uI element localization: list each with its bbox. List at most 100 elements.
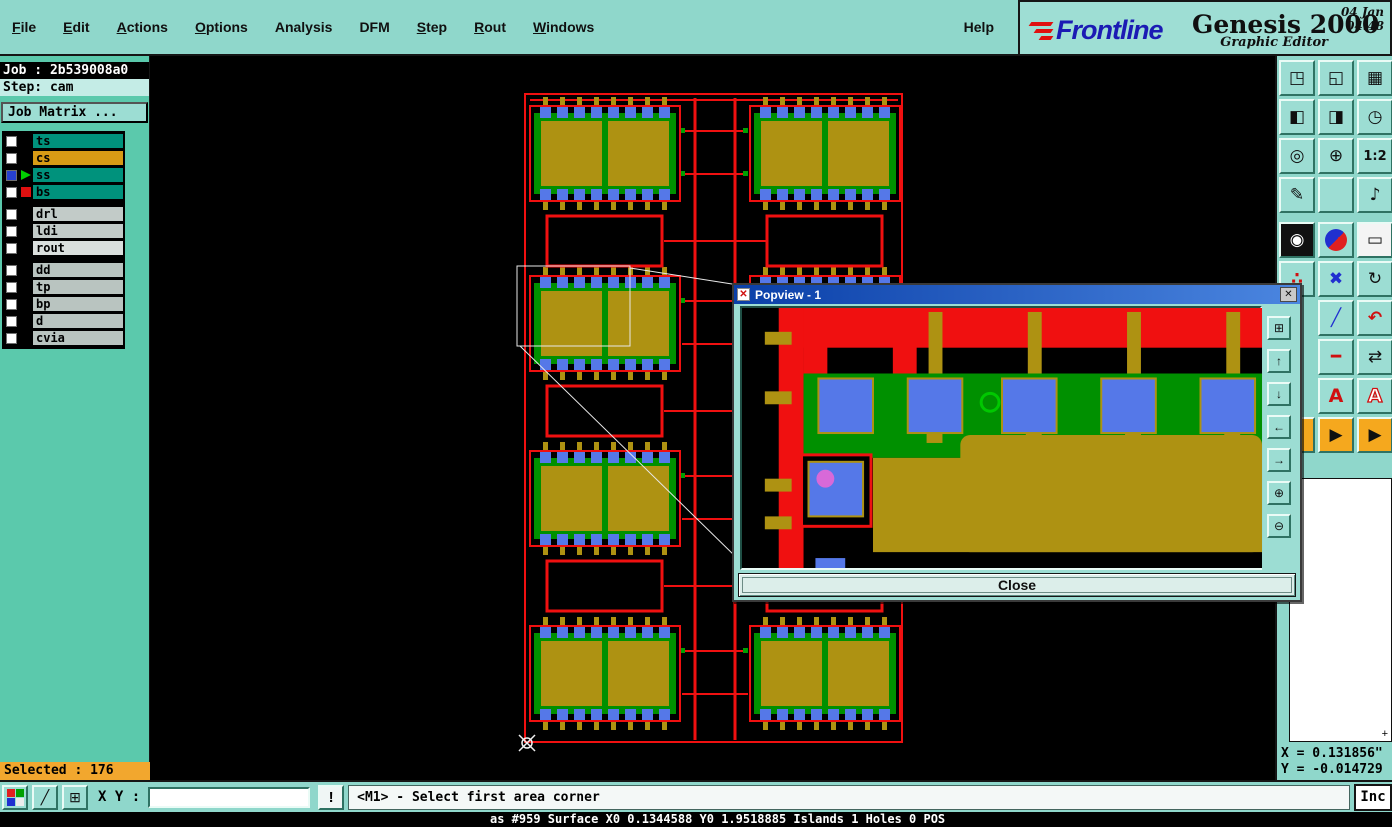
xy-label: X Y :: [98, 789, 141, 805]
popview-titlebar[interactable]: ✕ Popview - 1 ✕: [734, 285, 1300, 304]
measure-button[interactable]: ╱: [32, 784, 58, 810]
alert-button[interactable]: !: [318, 784, 345, 810]
zoom-ratio-button[interactable]: 1:2: [1357, 138, 1392, 174]
product-subtitle: Graphic Editor: [1220, 35, 1328, 50]
window-left-button[interactable]: ◧: [1279, 99, 1315, 135]
pan-down-button[interactable]: ↓: [1267, 382, 1291, 406]
layer-row-cvia[interactable]: cvia: [4, 330, 123, 346]
layer-row-rout[interactable]: rout: [4, 240, 123, 256]
step-label: Step: cam: [0, 79, 149, 96]
popview-window-icon: ✕: [737, 288, 750, 301]
layer-row-bs[interactable]: bs: [4, 184, 123, 200]
select-cursor-button-2[interactable]: ▶: [1357, 417, 1392, 453]
spacer-button[interactable]: [1318, 177, 1354, 213]
pan-up-button[interactable]: ↑: [1267, 349, 1291, 373]
popview-window: ✕ Popview - 1 ✕ ⊞ ↑ ↓ ← → ⊕ ⊖ Close: [732, 283, 1302, 602]
menu-edit[interactable]: Edit: [63, 19, 89, 35]
menu-dfm[interactable]: DFM: [359, 19, 389, 35]
layer-list: ts cs ss bs drl ldi rout dd tp bp d cvia: [2, 131, 125, 349]
layer-checkbox-rout[interactable]: [6, 242, 17, 254]
window-tile-button[interactable]: ▦: [1357, 60, 1392, 96]
layer-name-ts: ts: [33, 134, 123, 148]
work-layer-arrow-icon: [20, 169, 33, 181]
notes-button[interactable]: ♪: [1357, 177, 1392, 213]
layer-name-bp: bp: [33, 297, 123, 311]
view-window-button[interactable]: ⊞: [1267, 316, 1291, 340]
menu-file[interactable]: File: [12, 19, 36, 35]
layer-row-tp[interactable]: tp: [4, 279, 123, 295]
layer-row-dd[interactable]: dd: [4, 262, 123, 278]
delete-button[interactable]: ✖: [1318, 261, 1354, 297]
pan-right-button[interactable]: →: [1267, 448, 1291, 472]
menu-rout[interactable]: Rout: [474, 19, 506, 35]
zoom-reset-button[interactable]: ◎: [1279, 138, 1315, 174]
layer-checkbox-ts[interactable]: [6, 135, 17, 147]
layer-checkbox-tp[interactable]: [6, 281, 17, 293]
layer-checkbox-ldi[interactable]: [6, 225, 17, 237]
rotate-button[interactable]: ↻: [1357, 261, 1392, 297]
layer-checkbox-bs[interactable]: [6, 186, 17, 198]
history-clock-button[interactable]: ◷: [1357, 99, 1392, 135]
zoom-in-button[interactable]: ⊕: [1267, 481, 1291, 505]
window-raise-button[interactable]: ◳: [1279, 60, 1315, 96]
layer-checkbox-cs[interactable]: [6, 152, 17, 164]
layer-swatch-cs: [20, 152, 33, 164]
menu-options[interactable]: Options: [195, 19, 248, 35]
grid-button[interactable]: ⊞: [62, 784, 88, 810]
arc-draw-button[interactable]: ↶: [1357, 300, 1392, 336]
xy-input[interactable]: [148, 786, 311, 808]
palette-icon: [6, 788, 24, 806]
layer-name-cvia: cvia: [33, 331, 123, 345]
layer-checkbox-dd[interactable]: [6, 264, 17, 276]
popview-side-toolbar: ⊞ ↑ ↓ ← → ⊕ ⊖: [1262, 306, 1296, 570]
time: 04:48: [1346, 19, 1384, 33]
popview-close-button[interactable]: Close: [738, 573, 1296, 597]
layer-row-bp[interactable]: bp: [4, 296, 123, 312]
coord-x: X = 0.131856": [1281, 746, 1383, 761]
transform-button[interactable]: ⇄: [1357, 339, 1392, 375]
overview-panel[interactable]: [1289, 478, 1392, 742]
select-cursor-button-1[interactable]: ▶: [1318, 417, 1354, 453]
edit-pencil-button[interactable]: ✎: [1279, 177, 1315, 213]
zoom-out-button[interactable]: ⊖: [1267, 514, 1291, 538]
layer-colors-button[interactable]: [1318, 222, 1354, 258]
pan-left-button[interactable]: ←: [1267, 415, 1291, 439]
layer-row-drl[interactable]: drl: [4, 206, 123, 222]
brand-box: Frontline Genesis 2000 04 Jan 04:48 Grap…: [1018, 0, 1392, 56]
menu-windows[interactable]: Windows: [533, 19, 594, 35]
origin-mark-button[interactable]: ◉: [1279, 222, 1315, 258]
slot-draw-button[interactable]: ━: [1318, 339, 1354, 375]
inc-mode-button[interactable]: Inc: [1354, 783, 1392, 811]
layer-name-drl: drl: [33, 207, 123, 221]
text-filled-button[interactable]: A: [1318, 378, 1354, 414]
layer-checkbox-cvia[interactable]: [6, 332, 17, 344]
line-draw-button[interactable]: ╱: [1318, 300, 1354, 336]
popview-zoom-view[interactable]: [740, 306, 1263, 570]
zoom-point-button[interactable]: ⊕: [1318, 138, 1354, 174]
layer-swatch-drl: [20, 208, 33, 220]
layer-checkbox-bp[interactable]: [6, 298, 17, 310]
window-lower-button[interactable]: ◱: [1318, 60, 1354, 96]
menu-help[interactable]: Help: [964, 19, 994, 35]
prompt-message: <M1> - Select first area corner: [348, 784, 1350, 810]
layer-row-ts[interactable]: ts: [4, 133, 123, 149]
cursor-coordinates: X = 0.131856" Y = -0.014729: [1281, 746, 1383, 778]
job-matrix-button[interactable]: Job Matrix ...: [1, 102, 148, 123]
ruler-button[interactable]: ▭: [1357, 222, 1392, 258]
menu-step[interactable]: Step: [417, 19, 447, 35]
layer-row-ldi[interactable]: ldi: [4, 223, 123, 239]
layer-checkbox-drl[interactable]: [6, 208, 17, 220]
date-time: 04 Jan 04:48: [1341, 5, 1384, 33]
color-palette-button[interactable]: [2, 784, 28, 810]
layer-checkbox-d[interactable]: [6, 315, 17, 327]
menu-analysis[interactable]: Analysis: [275, 19, 333, 35]
text-outline-button[interactable]: A: [1357, 378, 1392, 414]
menu-actions[interactable]: Actions: [117, 19, 168, 35]
layer-row-d[interactable]: d: [4, 313, 123, 329]
window-right-button[interactable]: ◨: [1318, 99, 1354, 135]
grid-icon: ⊞: [69, 788, 81, 805]
layer-row-ss[interactable]: ss: [4, 167, 123, 183]
popview-close-icon[interactable]: ✕: [1280, 287, 1297, 302]
layer-checkbox-ss[interactable]: [6, 169, 17, 181]
layer-row-cs[interactable]: cs: [4, 150, 123, 166]
